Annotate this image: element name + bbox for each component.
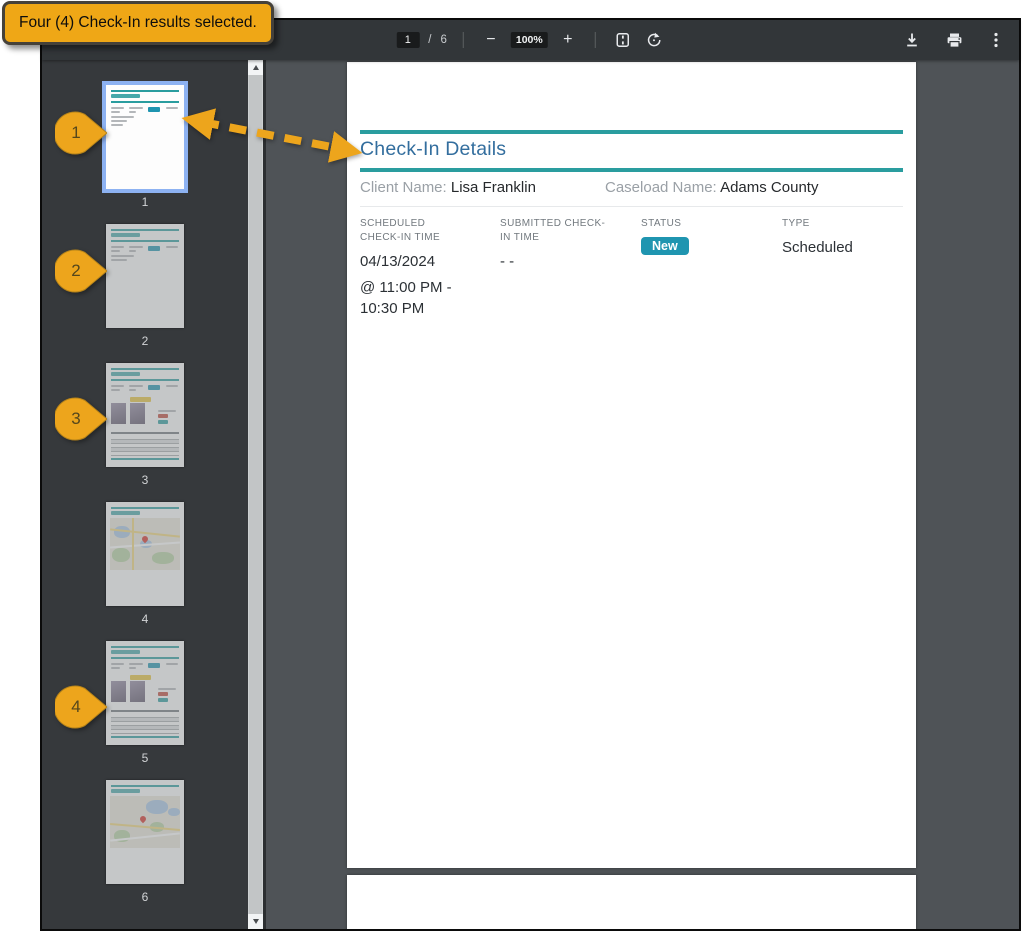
thumbnail-cell: 5 <box>106 641 184 764</box>
thumbnail-dim-overlay <box>106 641 184 745</box>
caseload-group: Caseload Name: Adams County <box>605 179 818 196</box>
scheduled-date: 04/13/2024 <box>360 253 436 270</box>
pdf-page-2 <box>347 875 916 929</box>
print-icon <box>946 32 963 49</box>
zoom-level-display: 100% <box>510 32 548 48</box>
teal-rule-top <box>360 130 903 134</box>
thumbnail-dim-overlay <box>106 224 184 328</box>
thumbnail-cell: 4 <box>106 502 184 625</box>
fit-to-page-icon <box>615 32 631 48</box>
scrollbar-thumb[interactable] <box>249 75 262 914</box>
marker-badge-1: 1 <box>55 111 107 155</box>
client-caseload-row: Client Name: Lisa Franklin Caseload Name… <box>360 179 903 196</box>
page-thumbnail-5[interactable] <box>106 641 184 745</box>
annotation-callout: Four (4) Check-In results selected. <box>2 1 274 45</box>
marker-number: 4 <box>71 697 81 716</box>
page-thumbnail-2[interactable] <box>106 224 184 328</box>
rotate-button[interactable] <box>643 29 665 51</box>
caseload-name-value: Adams County <box>720 179 819 196</box>
field-label: SUBMITTED CHECK-IN TIME <box>500 218 606 243</box>
document-canvas: Check-In Details Client Name: Lisa Frank… <box>266 60 1019 929</box>
marker-number: 1 <box>71 123 81 142</box>
type-value: Scheduled <box>782 239 853 256</box>
thumbnail-cell: 1 <box>102 81 188 209</box>
annotation-arrow <box>180 103 370 165</box>
page-thumbnail-6[interactable] <box>106 780 184 884</box>
thumbnail-cell: 2 <box>106 224 184 347</box>
teal-rule-under-title <box>360 168 903 172</box>
more-options-icon <box>994 32 998 48</box>
download-icon <box>904 32 920 48</box>
scheduled-time-line1: @ 11:00 PM - <box>360 279 452 297</box>
submitted-value: - - <box>500 253 515 270</box>
rotate-counterclockwise-icon <box>646 32 662 48</box>
status-badge: New <box>641 237 689 255</box>
triangle-down-icon <box>252 919 259 924</box>
zoom-in-button[interactable]: + <box>557 29 579 51</box>
thumbnail-page-number: 1 <box>141 195 149 209</box>
viewer-body: 1 2 3 4 5 6 Check-In Details Client Name… <box>42 60 1019 929</box>
thumbnail-page-number: 4 <box>141 612 149 626</box>
triangle-up-icon <box>252 65 259 70</box>
thumbnail-page-number: 6 <box>141 890 149 904</box>
sidebar-scrollbar[interactable] <box>248 60 263 929</box>
client-name-label: Client Name: <box>360 179 447 196</box>
field-label: STATUS <box>641 218 682 229</box>
pdf-page-1: Check-In Details Client Name: Lisa Frank… <box>347 62 916 868</box>
more-options-button[interactable] <box>985 29 1007 51</box>
document-title: Check-In Details <box>360 138 507 160</box>
page-thumbnail-1[interactable] <box>102 81 188 193</box>
page-thumbnail-4[interactable] <box>106 502 184 606</box>
marker-number: 3 <box>71 409 81 428</box>
screenshot-stage: 1 / 6 − 100% + 1 2 3 4 5 6 Check-In Deta… <box>0 0 1024 937</box>
field-type: TYPE Scheduled <box>782 217 902 258</box>
marker-badge-3: 3 <box>55 397 107 441</box>
client-name-value: Lisa Franklin <box>450 179 536 196</box>
toolbar-right-controls <box>901 20 1007 60</box>
page-thumbnail-3[interactable] <box>106 363 184 467</box>
fit-to-page-button[interactable] <box>612 29 634 51</box>
thumbnail-cell: 3 <box>106 363 184 486</box>
page-separator: / <box>428 34 432 46</box>
thumbnail-dim-overlay <box>106 502 184 606</box>
toolbar-divider <box>594 32 596 48</box>
marker-badge-2: 2 <box>55 249 107 293</box>
caseload-name-label: Caseload Name: <box>605 179 717 196</box>
scheduled-time-line2: 10:30 PM <box>360 299 425 317</box>
thumbnail-panel: 1 2 3 4 5 6 <box>42 60 248 929</box>
field-scheduled-checkin: SCHEDULED CHECK-IN TIME 04/13/2024 @ 11:… <box>360 217 460 319</box>
field-label: SCHEDULED CHECK-IN TIME <box>360 218 441 243</box>
scroll-up-button[interactable] <box>248 60 263 75</box>
thumbnail-dim-overlay <box>106 363 184 467</box>
scroll-down-button[interactable] <box>248 914 263 929</box>
thumbnail-dim-overlay <box>106 780 184 884</box>
field-status: STATUS New <box>641 217 761 255</box>
marker-number: 2 <box>71 261 81 280</box>
toolbar-divider <box>462 32 464 48</box>
page-number-input[interactable]: 1 <box>396 32 420 48</box>
client-row-divider <box>360 206 903 207</box>
toolbar-center-controls: 1 / 6 − 100% + <box>396 20 664 60</box>
thumbnail-page-number: 5 <box>141 751 149 765</box>
thumbnail-page-number: 2 <box>141 334 149 348</box>
thumbnail-cell: 6 <box>106 780 184 903</box>
marker-badge-4: 4 <box>55 685 107 729</box>
download-button[interactable] <box>901 29 923 51</box>
zoom-out-button[interactable]: − <box>480 29 502 51</box>
print-button[interactable] <box>943 29 965 51</box>
page-total: 6 <box>440 34 447 46</box>
field-submitted-checkin: SUBMITTED CHECK-IN TIME - - <box>500 217 615 272</box>
thumbnail-preview <box>106 85 184 189</box>
field-label: TYPE <box>782 218 810 229</box>
thumbnail-page-number: 3 <box>141 473 149 487</box>
